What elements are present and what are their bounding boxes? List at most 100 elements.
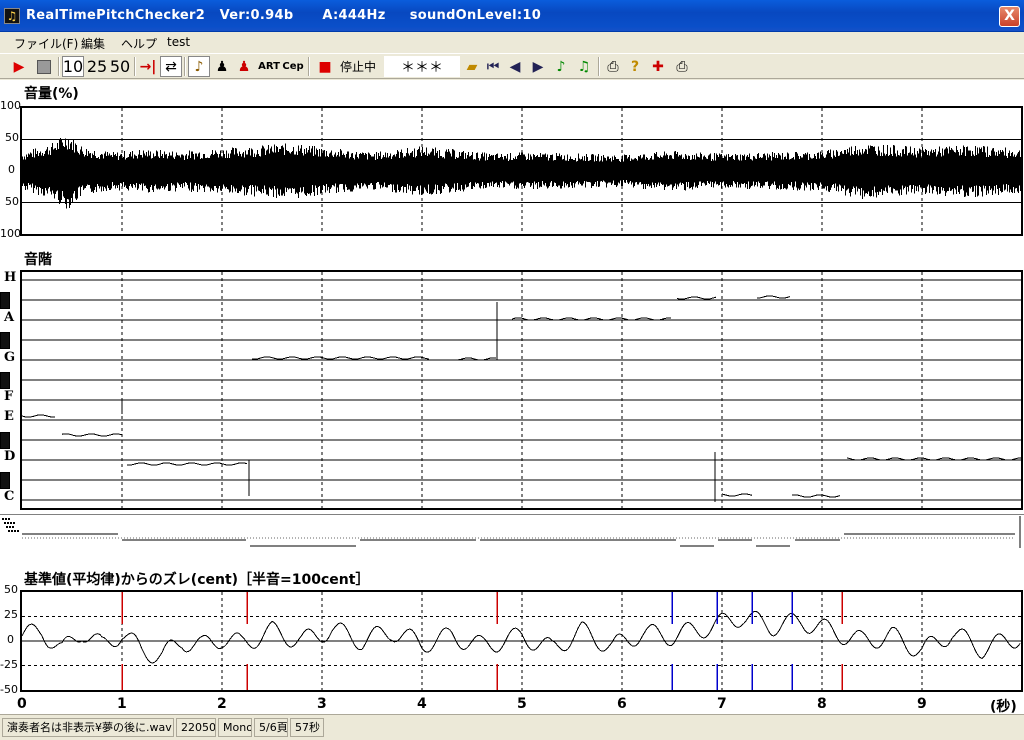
strip-dot [13, 522, 15, 524]
volume-waveform [22, 108, 1021, 234]
menu-file[interactable]: ファイル(F) [14, 35, 78, 52]
black-key [0, 372, 10, 389]
strip-dot [4, 522, 6, 524]
x-axis-tick-2: 2 [217, 696, 227, 712]
volume-ylabel-0: 0 [8, 163, 15, 176]
dev-ylabel-50: 50 [4, 583, 18, 596]
zoom-10-button[interactable]: 10 [62, 56, 84, 77]
menu-bar: ファイル(F) 編集 ヘルプ test [0, 32, 1024, 52]
volume-ylabel-neg100: 100 [0, 227, 21, 240]
note-icon[interactable]: ♪ [552, 56, 570, 77]
volume-ylabel-50: 50 [5, 131, 19, 144]
strip-dot [17, 530, 19, 532]
prev-icon[interactable]: ◀ [506, 56, 524, 77]
printer-icon[interactable]: ⎙ [672, 56, 692, 77]
pitch-segment [676, 296, 717, 300]
pitch-segment [721, 493, 753, 497]
strip-dot [14, 530, 16, 532]
menu-edit[interactable]: 編集 [81, 35, 105, 52]
deviation-line [21, 610, 1021, 664]
help-icon[interactable]: ? [626, 56, 644, 77]
next-icon[interactable]: ▶ [529, 56, 547, 77]
pitch-segment [21, 414, 55, 418]
note-label-a: A [4, 310, 15, 325]
note-display: ＊＊＊ [384, 56, 460, 77]
status-channels: Mono [218, 718, 252, 737]
strip-dot [2, 518, 4, 520]
app-icon: ♫ [4, 8, 20, 24]
status-file: 演奏者名は非表示¥夢の後に.wav [2, 718, 174, 737]
singer-icon[interactable]: ♟ [234, 56, 254, 77]
play-icon[interactable]: ▶ [8, 56, 30, 77]
note2-icon[interactable]: ♫ [575, 56, 593, 77]
status-text: 停止中 [339, 60, 376, 74]
x-axis-tick-7: 7 [717, 696, 727, 712]
note-label-e: E [4, 409, 14, 424]
note-label-d: D [4, 449, 16, 464]
status-bar: 演奏者名は非表示¥夢の後に.wav 22050 Mono 5/6頁 57秒 [0, 714, 1024, 740]
x-axis-tick-5: 5 [517, 696, 527, 712]
skip-to-end-icon[interactable]: →| [138, 56, 158, 77]
title-bar[interactable]: ♫ RealTimePitchChecker2 Ver:0.94b A:444H… [0, 0, 1024, 32]
x-axis-tick-4: 4 [417, 696, 427, 712]
stop-button[interactable] [33, 56, 55, 77]
volume-chart[interactable] [20, 106, 1023, 236]
zoom-50-button[interactable]: 50 [109, 56, 131, 77]
strip-dot [9, 526, 11, 528]
open-folder-icon[interactable]: ▰ [462, 56, 482, 77]
scale-title: 音階 [24, 252, 52, 268]
strip-dot [11, 530, 13, 532]
strip-dot [7, 522, 9, 524]
x-axis-unit: (秒) [990, 699, 1017, 715]
pitch-segment [756, 295, 791, 299]
menu-test[interactable]: test [167, 35, 190, 49]
print-icon[interactable]: ⎙ [603, 56, 623, 77]
strip-dot [6, 526, 8, 528]
dev-ylabel-25: 25 [4, 608, 18, 621]
status-page: 5/6頁 [254, 718, 288, 737]
status-rate: 22050 [176, 718, 216, 737]
cep-button[interactable]: Cep [282, 56, 304, 77]
deviation-title: 基準値(平均律)からのズレ(cent)［半音=100cent］ [24, 572, 370, 588]
menu-help[interactable]: ヘルプ [121, 35, 157, 52]
player-icon[interactable]: ♟ [212, 56, 232, 77]
mark-icon[interactable]: ✚ [648, 56, 668, 77]
art-button[interactable]: ART [258, 56, 280, 77]
main-area: 音量(%) 100 50 0 50 100 音階 HAGFEDC 基準値(平均律… [0, 80, 1024, 715]
black-key [0, 432, 10, 449]
note-label-f: F [4, 389, 14, 404]
violin-icon[interactable]: ♪ [188, 56, 210, 77]
note-label-h: H [4, 270, 17, 285]
note-label-c: C [4, 489, 15, 504]
status-duration: 57秒 [290, 718, 324, 737]
loop-icon[interactable]: ⇄ [160, 56, 182, 77]
black-key [0, 332, 10, 349]
x-axis-tick-0: 0 [17, 696, 27, 712]
dev-ylabel-neg50: -50 [0, 683, 18, 696]
record-icon[interactable]: ■ [316, 56, 334, 77]
strip-dot [12, 526, 14, 528]
dev-ylabel-neg25: -25 [0, 658, 18, 671]
strip-dot [5, 518, 7, 520]
pitch-segment [61, 433, 123, 437]
pitch-segment [251, 356, 430, 360]
black-key [0, 292, 10, 309]
deviation-chart[interactable] [20, 590, 1023, 692]
zoom-25-button[interactable]: 25 [86, 56, 108, 77]
deviation-trace [21, 592, 1021, 690]
dev-ylabel-0: 0 [7, 633, 14, 646]
first-icon[interactable]: ⏮ [484, 56, 502, 77]
volume-title: 音量(%) [24, 86, 79, 102]
strip-dot [8, 530, 10, 532]
x-axis-tick-8: 8 [817, 696, 827, 712]
note-timeline-strip [0, 514, 1024, 548]
close-button[interactable]: X [999, 6, 1020, 27]
x-axis-tick-9: 9 [917, 696, 927, 712]
volume-ylabel-100: 100 [0, 99, 21, 112]
pitch-segment [791, 494, 841, 498]
pitch-trace [21, 272, 1022, 508]
strip-dot [10, 522, 12, 524]
strip-dot [8, 518, 10, 520]
scale-chart[interactable] [20, 270, 1023, 510]
toolbar: ▶ 10 25 50 →| ⇄ ♪ ♟ ♟ ART Cep ■ 停止中 ＊＊＊ … [0, 53, 1024, 79]
